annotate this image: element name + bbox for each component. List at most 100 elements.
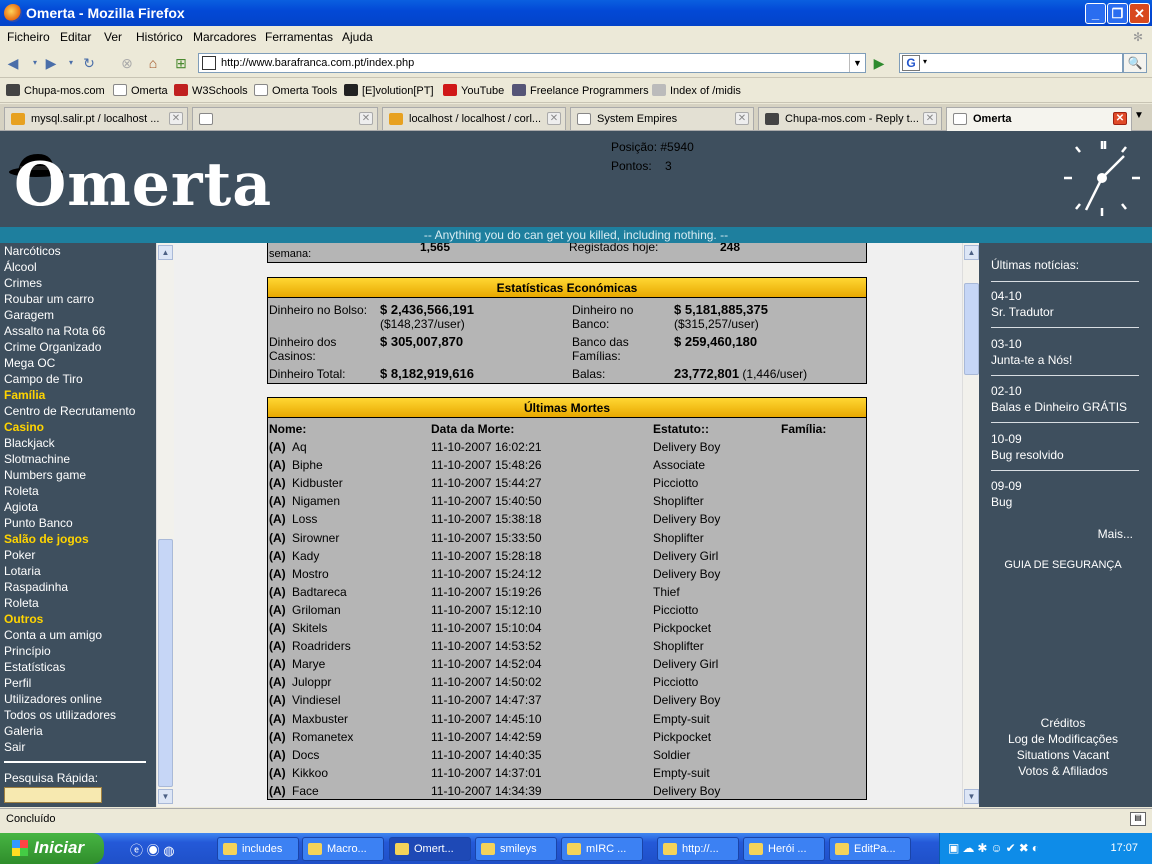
nav-link[interactable]: Princípio: [4, 644, 51, 658]
menu-tools[interactable]: Ferramentas: [258, 26, 340, 44]
nav-link[interactable]: Conta a um amigo: [4, 628, 102, 642]
nav-link[interactable]: Álcool: [4, 260, 37, 274]
nav-link[interactable]: Utilizadores online: [4, 692, 102, 706]
taskbar-window-button[interactable]: Omert...: [389, 837, 471, 861]
url-text[interactable]: http://www.barafranca.com.pt/index.php: [221, 57, 414, 69]
nav-link[interactable]: Galeria: [4, 724, 43, 738]
bookmark-midis[interactable]: Index of /midis: [652, 84, 741, 97]
home-button[interactable]: ⌂: [144, 54, 162, 72]
forward-button[interactable]: ▶: [42, 54, 60, 72]
menu-edit[interactable]: Editar: [53, 26, 98, 44]
nav-link[interactable]: Lotaria: [4, 564, 41, 578]
player-name-link[interactable]: Griloman: [292, 603, 341, 617]
nav-category[interactable]: Casino: [4, 420, 44, 434]
news-link[interactable]: Balas e Dinheiro GRÁTIS: [991, 400, 1127, 414]
nav-link[interactable]: Mega OC: [4, 356, 55, 370]
more-news-link[interactable]: Mais...: [979, 527, 1147, 541]
stop-button[interactable]: ⊗: [118, 54, 136, 72]
scroll-down-icon[interactable]: ▼: [964, 789, 979, 804]
player-name-link[interactable]: Vindiesel: [292, 693, 340, 707]
bookmark-evolution[interactable]: [E]volution[PT]: [344, 84, 434, 97]
google-icon[interactable]: G: [902, 55, 920, 71]
nav-link[interactable]: Crime Organizado: [4, 340, 101, 354]
start-button[interactable]: Iniciar: [0, 833, 104, 864]
nav-category[interactable]: Outros: [4, 612, 43, 626]
forward-dropdown-icon[interactable]: ▾: [62, 54, 80, 72]
nav-link[interactable]: Blackjack: [4, 436, 55, 450]
nav-link[interactable]: Centro de Recrutamento: [4, 404, 135, 418]
bookmark-omerta[interactable]: Omerta: [113, 84, 168, 97]
close-tab-icon[interactable]: ✕: [735, 112, 749, 125]
menu-view[interactable]: Ver: [97, 26, 129, 44]
news-link[interactable]: Bug: [991, 495, 1012, 509]
footer-credits-link[interactable]: Créditos: [979, 716, 1147, 730]
bookmark-w3schools[interactable]: W3Schools: [174, 84, 248, 97]
player-name-link[interactable]: Docs: [292, 748, 319, 762]
go-button[interactable]: ▶: [869, 54, 889, 72]
nav-category[interactable]: Família: [4, 388, 45, 402]
taskbar-window-button[interactable]: includes: [217, 837, 299, 861]
footer-votes-link[interactable]: Votos & Afiliados: [979, 764, 1147, 778]
bookmark-youtube[interactable]: YouTube: [443, 84, 504, 97]
player-name-link[interactable]: Loss: [292, 512, 317, 526]
nav-link[interactable]: Campo de Tiro: [4, 372, 83, 386]
close-tab-icon[interactable]: ✕: [1113, 112, 1127, 125]
close-tab-icon[interactable]: ✕: [169, 112, 183, 125]
footer-changelog-link[interactable]: Log de Modificações: [979, 732, 1147, 746]
menu-history[interactable]: Histórico: [129, 26, 190, 44]
close-tab-icon[interactable]: ✕: [359, 112, 373, 125]
scroll-down-icon[interactable]: ▼: [158, 789, 173, 804]
tab-chupa-mos[interactable]: Chupa-mos.com - Reply t... ✕: [758, 107, 942, 130]
player-name-link[interactable]: Marye: [292, 657, 325, 671]
player-name-link[interactable]: Roadriders: [292, 639, 351, 653]
ie-icon[interactable]: ⓔ: [130, 843, 143, 858]
bookmark-freelance[interactable]: Freelance Programmers: [512, 84, 649, 97]
player-name-link[interactable]: Face: [292, 784, 319, 798]
player-name-link[interactable]: Skitels: [292, 621, 327, 635]
scroll-up-icon[interactable]: ▲: [158, 245, 173, 260]
player-name-link[interactable]: Kidbuster: [292, 476, 343, 490]
security-guide-link[interactable]: GUIA DE SEGURANÇA: [979, 559, 1147, 571]
nav-link[interactable]: Assalto na Rota 66: [4, 324, 105, 338]
news-link[interactable]: Bug resolvido: [991, 448, 1064, 462]
nav-link[interactable]: Todos os utilizadores: [4, 708, 116, 722]
scroll-thumb[interactable]: [158, 539, 173, 787]
close-tab-icon[interactable]: ✕: [547, 112, 561, 125]
quick-search-input[interactable]: [4, 787, 102, 803]
player-name-link[interactable]: Badtareca: [292, 585, 347, 599]
player-name-link[interactable]: Aq: [292, 440, 307, 454]
close-tab-icon[interactable]: ✕: [923, 112, 937, 125]
new-tab-button[interactable]: ⊞: [172, 54, 190, 72]
firefox-quicklaunch-icon[interactable]: ◍: [163, 843, 174, 858]
nav-link[interactable]: Narcóticos: [4, 244, 61, 258]
nav-link[interactable]: Perfil: [4, 676, 31, 690]
reload-button[interactable]: ↻: [80, 54, 98, 72]
search-box[interactable]: G ▾: [899, 53, 1123, 73]
taskbar-window-button[interactable]: Macro...: [302, 837, 384, 861]
nav-link[interactable]: Crimes: [4, 276, 42, 290]
bookmark-omerta-tools[interactable]: Omerta Tools: [254, 84, 337, 97]
player-name-link[interactable]: Maxbuster: [292, 712, 348, 726]
back-button[interactable]: ◀: [4, 54, 22, 72]
news-link[interactable]: Junta-te a Nós!: [991, 353, 1072, 367]
tab-blank[interactable]: ✕: [192, 107, 378, 130]
nav-link[interactable]: Estatísticas: [4, 660, 65, 674]
nav-link[interactable]: Roleta: [4, 484, 39, 498]
menu-help[interactable]: Ajuda: [335, 26, 380, 44]
scroll-up-icon[interactable]: ▲: [964, 245, 979, 260]
menu-bookmarks[interactable]: Marcadores: [186, 26, 263, 44]
player-name-link[interactable]: Kikkoo: [292, 766, 328, 780]
player-name-link[interactable]: Juloppr: [292, 675, 331, 689]
taskbar-window-button[interactable]: http://...: [657, 837, 739, 861]
tab-mysql[interactable]: mysql.salir.pt / localhost ... ✕: [4, 107, 188, 130]
player-name-link[interactable]: Romanetex: [292, 730, 353, 744]
nav-link[interactable]: Sair: [4, 740, 25, 754]
tab-localhost[interactable]: localhost / localhost / corl... ✕: [382, 107, 566, 130]
tab-omerta[interactable]: Omerta ✕: [946, 107, 1132, 131]
nav-link[interactable]: Numbers game: [4, 468, 86, 482]
media-icon[interactable]: ◉: [147, 843, 160, 858]
left-frame-scrollbar[interactable]: ▲ ▼: [156, 243, 174, 807]
main-frame-scrollbar[interactable]: ▲ ▼: [962, 243, 979, 807]
search-engine-dropdown-icon[interactable]: ▾: [923, 57, 927, 66]
menu-file[interactable]: Ficheiro: [0, 26, 57, 44]
